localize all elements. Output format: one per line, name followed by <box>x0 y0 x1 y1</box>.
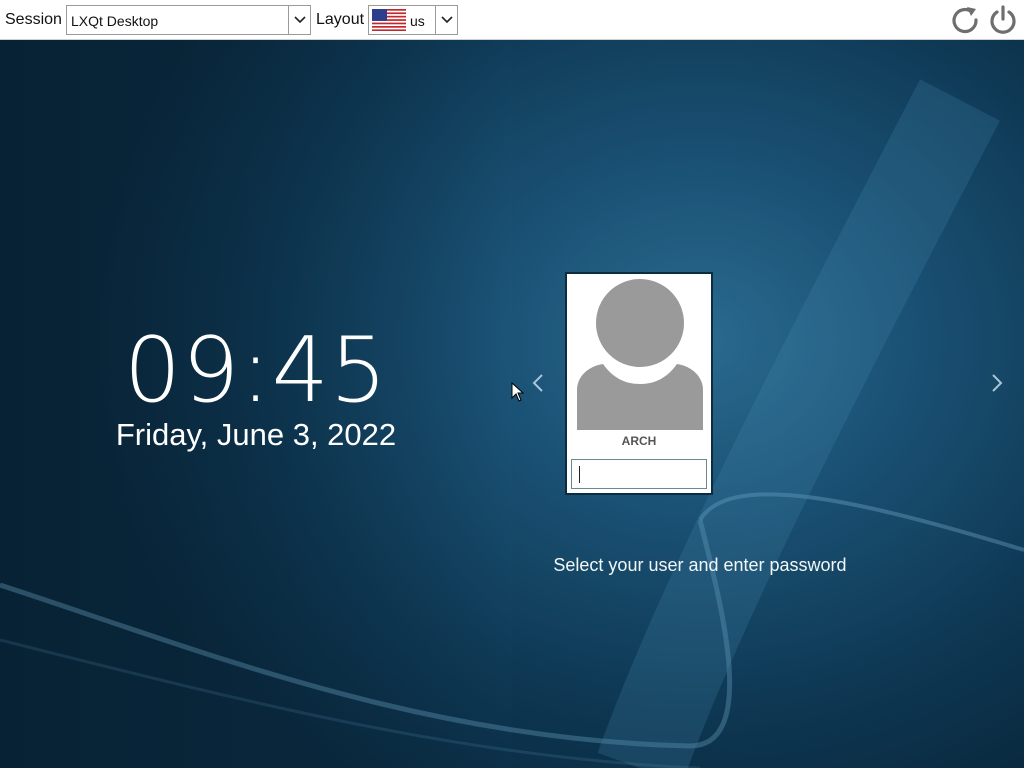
shutdown-icon <box>990 5 1016 34</box>
chevron-left-icon <box>532 374 543 392</box>
user-card[interactable]: ARCH <box>565 272 713 495</box>
layout-label: Layout <box>316 11 365 28</box>
chevron-down-icon[interactable] <box>435 6 457 34</box>
chevron-right-icon <box>992 374 1003 392</box>
greeter-background: 09:45 Friday, June 3, 2022 ARCH Select y… <box>0 40 1024 768</box>
reboot-button[interactable] <box>949 4 981 36</box>
top-bar: Session LXQt Desktop Layout us <box>0 0 1024 40</box>
clock-time: 09:45 <box>123 318 389 423</box>
mouse-cursor-icon <box>511 382 525 402</box>
password-input[interactable] <box>571 459 707 489</box>
previous-user-button[interactable] <box>528 371 548 395</box>
next-user-button[interactable] <box>987 371 1007 395</box>
reboot-icon <box>952 7 978 34</box>
shutdown-button[interactable] <box>987 4 1019 36</box>
layout-value: us <box>410 13 425 29</box>
us-flag-icon <box>372 9 406 31</box>
text-caret <box>579 466 580 483</box>
clock-date: Friday, June 3, 2022 <box>115 417 397 452</box>
session-select[interactable]: LXQt Desktop <box>66 5 311 35</box>
session-value: LXQt Desktop <box>71 13 159 29</box>
username-label: ARCH <box>621 434 657 448</box>
user-avatar-icon <box>577 279 703 430</box>
session-label: Session <box>5 11 62 28</box>
layout-select[interactable]: us <box>368 5 458 35</box>
status-message: Select your user and enter password <box>553 555 847 575</box>
chevron-down-icon[interactable] <box>288 6 310 34</box>
